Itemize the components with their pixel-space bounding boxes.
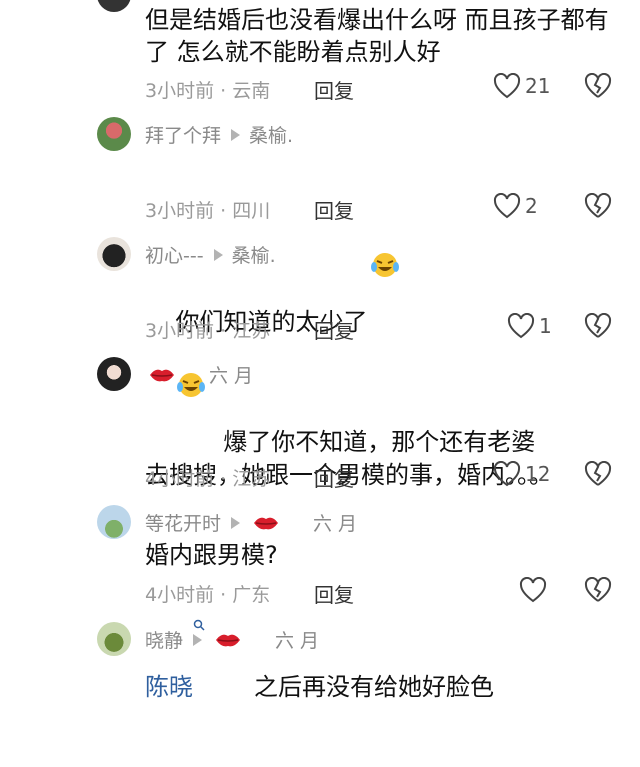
heart-icon (519, 577, 547, 603)
reply-button[interactable]: 回复 (314, 195, 354, 224)
comment-time-location: 3小时前 · 云南 (145, 80, 271, 102)
avatar[interactable] (97, 505, 131, 539)
comment-time-location: 3小时前 · 江苏 (145, 320, 271, 342)
dislike-button[interactable] (584, 193, 612, 219)
reply-arrow-icon (231, 128, 241, 141)
reply-to-name[interactable]: 六 月 (275, 626, 319, 653)
heart-icon (493, 461, 521, 487)
comment-author-row: 晓静 六 月 (145, 626, 319, 653)
comment-text: 但是结婚后也没看爆出什么呀 而且孩子都有了 怎么就不能盼着点别人好 (145, 6, 609, 66)
reply-button[interactable]: 回复 (314, 75, 354, 104)
heart-icon (493, 73, 521, 99)
author-name[interactable]: 拜了个拜 (145, 121, 221, 148)
broken-heart-icon (584, 193, 612, 219)
like-button[interactable]: 21 (493, 73, 550, 99)
comment-text: 婚内跟男模? (145, 541, 278, 569)
heart-icon (493, 193, 521, 219)
dislike-button[interactable] (584, 73, 612, 99)
comment-time-location: 4小时前 · 江苏 (145, 468, 271, 490)
avatar[interactable] (97, 117, 131, 151)
avatar[interactable] (97, 237, 131, 271)
lips-emoji-icon (215, 631, 241, 649)
like-count: 1 (539, 314, 552, 338)
avatar[interactable] (97, 0, 131, 12)
reply-to-name[interactable]: 桑榆. (249, 121, 293, 148)
broken-heart-icon (584, 577, 612, 603)
comment-text-body: 之后再没有给她好脸色 (254, 673, 495, 701)
dislike-button[interactable] (584, 461, 612, 487)
reply-to-name[interactable]: 桑榆. (232, 241, 276, 268)
broken-heart-icon (584, 313, 612, 339)
comment-author-row: 拜了个拜 桑榆. (145, 121, 293, 148)
reply-arrow-icon (213, 248, 223, 261)
lips-emoji-icon (253, 514, 279, 532)
like-button[interactable]: 1 (507, 313, 552, 339)
comment-time-location: 4小时前 · 广东 (145, 584, 271, 606)
like-button[interactable] (519, 577, 547, 603)
author-name[interactable]: 等花开时 (145, 509, 221, 536)
search-icon[interactable] (193, 555, 254, 695)
like-count: 21 (525, 74, 551, 98)
like-button[interactable]: 12 (493, 461, 550, 487)
dislike-button[interactable] (584, 577, 612, 603)
comment-author-row: 六 月 (145, 361, 253, 388)
reply-to-name[interactable]: 六 月 (313, 509, 357, 536)
like-count: 2 (525, 194, 538, 218)
author-name[interactable]: 六 月 (209, 361, 253, 388)
like-count: 12 (525, 462, 551, 486)
avatar[interactable] (97, 622, 131, 656)
reply-button[interactable]: 回复 (314, 579, 354, 608)
broken-heart-icon (584, 73, 612, 99)
author-name[interactable]: 晓静 (145, 626, 183, 653)
reply-button[interactable]: 回复 (314, 463, 354, 492)
reply-button[interactable]: 回复 (314, 315, 354, 344)
avatar[interactable] (97, 357, 131, 391)
lips-emoji-icon (149, 366, 175, 384)
broken-heart-icon (584, 461, 612, 487)
comment-time-location: 3小时前 · 四川 (145, 200, 271, 222)
comment-author-row: 等花开时 六 月 (145, 509, 357, 536)
comment-author-row: 初心--- 桑榆. (145, 241, 276, 268)
heart-icon (507, 313, 535, 339)
mention-link[interactable]: 陈晓 (145, 673, 193, 701)
author-name[interactable]: 初心--- (145, 241, 204, 268)
reply-arrow-icon (193, 633, 203, 646)
like-button[interactable]: 2 (493, 193, 538, 219)
reply-arrow-icon (231, 516, 241, 529)
dislike-button[interactable] (584, 313, 612, 339)
